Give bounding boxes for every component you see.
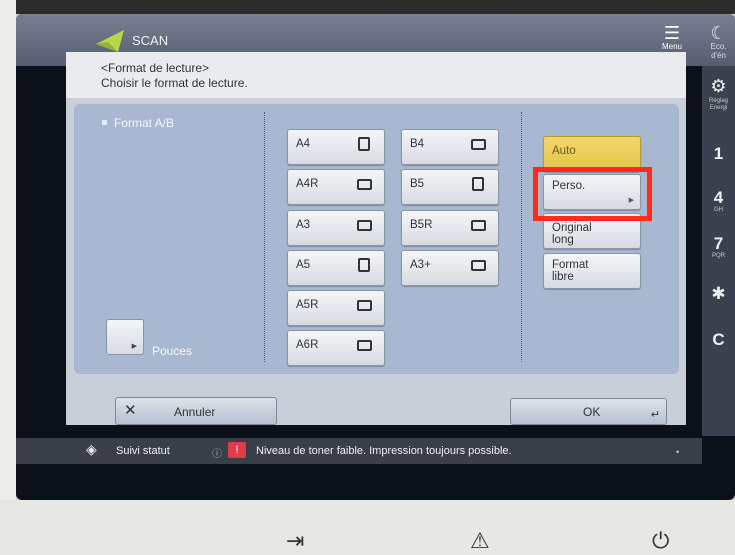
close-icon: ✕ (124, 402, 137, 419)
moon-icon: ☾ (710, 23, 727, 43)
portrait-page-icon (358, 258, 370, 272)
key-clear[interactable]: C (702, 330, 735, 350)
key-4-letters: GH (714, 207, 723, 213)
app-title: SCAN (132, 33, 169, 48)
size-label: A3+ (410, 259, 431, 271)
size-label: B5 (410, 178, 425, 190)
option-label: Format libre (552, 259, 589, 283)
size-label: A3 (296, 219, 311, 231)
page-instruction: Choisir le format de lecture. (101, 76, 248, 90)
device-bezel-top (0, 0, 735, 14)
landscape-page-icon (357, 340, 372, 351)
data-arrow-icon: ⇥ (286, 528, 305, 553)
format-libre-button[interactable]: Format libre (543, 253, 641, 289)
toner-warning-icon: ! (228, 442, 246, 458)
size-label: A6R (296, 339, 319, 351)
energy-settings-label: Réglag Energi (708, 98, 728, 111)
ok-button[interactable]: OK ↵ (510, 398, 667, 425)
menu-label: Menu (661, 42, 682, 51)
category-label: Format A/B (114, 116, 175, 130)
size-b5-button[interactable]: B5 (401, 169, 499, 205)
landscape-page-icon (357, 179, 372, 190)
size-label: A5R (296, 299, 319, 311)
landscape-page-icon (471, 220, 486, 231)
enter-icon: ↵ (650, 409, 660, 421)
divider (521, 112, 522, 362)
power-icon: ⏻ (652, 528, 670, 553)
size-b4-button[interactable]: B4 (401, 129, 499, 165)
size-a4-button[interactable]: A4 (287, 129, 385, 165)
divider (264, 112, 265, 362)
key-1[interactable]: 1 (702, 144, 735, 164)
size-a5-button[interactable]: A5 (287, 250, 385, 286)
option-label: Auto (552, 145, 576, 157)
cancel-label: Annuler (174, 405, 216, 419)
size-a3plus-button[interactable]: A3+ (401, 250, 499, 286)
ok-label: OK (583, 405, 601, 419)
size-label: A4R (296, 178, 319, 190)
eco-mode-button[interactable]: ☾ Eco. d'én (702, 24, 735, 62)
landscape-page-icon (357, 300, 372, 311)
inches-button[interactable]: ▶ (106, 319, 144, 355)
size-label: B5R (410, 219, 433, 231)
triangle-right-icon: ▶ (131, 343, 137, 350)
eco-label: Eco. d'én (710, 42, 727, 60)
status-monitor-label[interactable]: Suivi statut (116, 445, 170, 457)
inches-label: Pouces (152, 344, 193, 358)
size-label: B4 (410, 138, 425, 150)
portrait-page-icon (358, 137, 370, 151)
key-7[interactable]: 7 (702, 234, 735, 254)
info-icon: ⓘ (212, 449, 222, 460)
cancel-button[interactable]: ✕ Annuler (115, 397, 277, 425)
size-label: A5 (296, 259, 311, 271)
portrait-page-icon (472, 177, 484, 191)
warning-icon: ⚠ (470, 528, 490, 553)
size-a4r-button[interactable]: A4R (287, 169, 385, 205)
size-a6r-button[interactable]: A6R (287, 330, 385, 366)
option-label: Original long (552, 222, 592, 246)
status-bar: ◈ Suivi statut ⓘ ! Niveau de toner faibl… (16, 438, 702, 464)
landscape-page-icon (471, 260, 486, 271)
size-a5r-button[interactable]: A5R (287, 290, 385, 326)
size-a3-button[interactable]: A3 (287, 210, 385, 246)
dot-icon: • (676, 447, 680, 457)
page-header: <Format de lecture> Choisir le format de… (66, 52, 686, 98)
size-label: A4 (296, 138, 311, 150)
device-bezel-bottom: ⇥ ⚠ ⏻ (0, 500, 735, 555)
status-monitor-icon[interactable]: ◈ (86, 441, 106, 461)
bullet-icon (102, 120, 107, 125)
key-star[interactable]: ✱ (702, 284, 735, 304)
status-message: Niveau de toner faible. Impression toujo… (256, 445, 512, 457)
hamburger-icon: ☰ (663, 23, 681, 43)
key-7-letters: PQR (711, 253, 725, 259)
side-panel: ⚙ Réglag Energi 1 4 GH 7 PQR ✱ C (702, 66, 735, 436)
page-title: <Format de lecture> (101, 61, 210, 75)
highlight-box (533, 167, 652, 221)
size-b5r-button[interactable]: B5R (401, 210, 499, 246)
key-4[interactable]: 4 (702, 188, 735, 208)
gear-icon[interactable]: ⚙ (702, 76, 735, 97)
landscape-page-icon (357, 220, 372, 231)
device-bezel-left (0, 0, 16, 520)
landscape-page-icon (471, 139, 486, 150)
